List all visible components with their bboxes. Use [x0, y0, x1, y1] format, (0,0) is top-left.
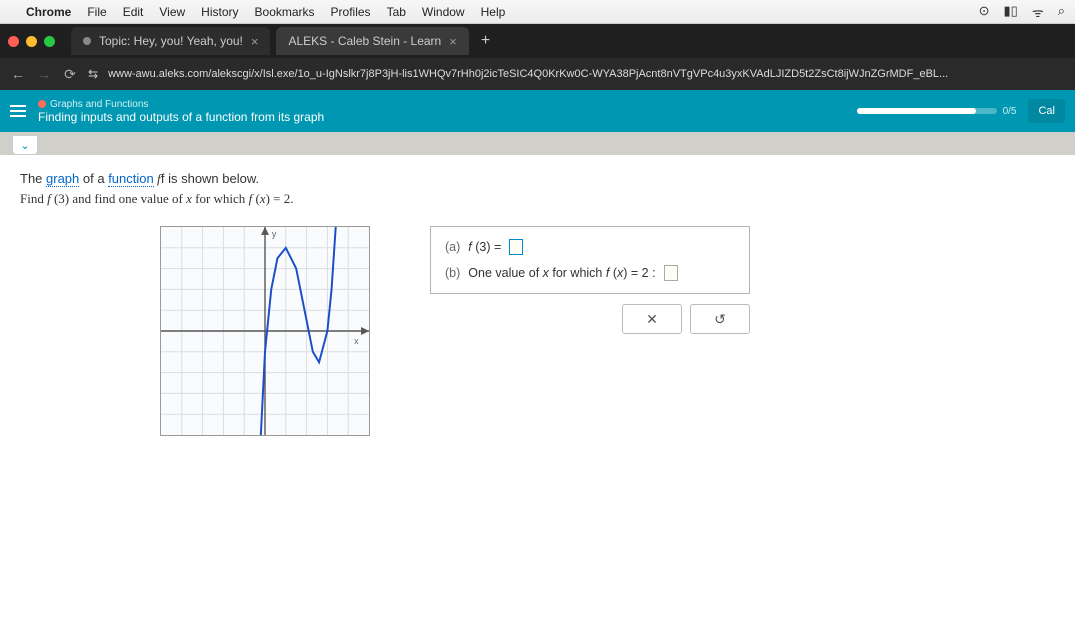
reset-icon: ↺	[714, 311, 726, 328]
menubar-right: ⊙ ▮▯ ᯤ ⌕	[979, 3, 1065, 21]
aleks-header: Graphs and Functions Finding inputs and …	[0, 90, 1075, 132]
answer-input-a[interactable]	[509, 239, 523, 255]
link-graph[interactable]: graph	[46, 171, 79, 187]
menu-tab[interactable]: Tab	[387, 5, 406, 19]
progress-bar	[857, 108, 997, 114]
favicon-icon	[83, 37, 91, 45]
topic-subtitle: Finding inputs and outputs of a function…	[38, 110, 845, 124]
menu-history[interactable]: History	[201, 5, 238, 19]
menu-window[interactable]: Window	[422, 5, 465, 19]
hamburger-icon[interactable]	[10, 105, 26, 117]
close-window-icon[interactable]	[8, 36, 19, 47]
forward-button[interactable]: →	[36, 66, 52, 82]
problem-line2: Find f (3) and find one value of x for w…	[20, 191, 293, 206]
part-b-expr: One value of x for which f (x) = 2 :	[468, 266, 655, 280]
menu-bookmarks[interactable]: Bookmarks	[255, 5, 315, 19]
battery-icon[interactable]: ▮▯	[1004, 3, 1018, 21]
site-info-icon[interactable]: ⇆	[88, 67, 98, 81]
progress-label: 0/5	[1003, 106, 1017, 117]
answer-row-a: (a) f (3) =	[445, 239, 735, 255]
work-area: x y (a) f (3) = (b) One value of x for w…	[160, 226, 1055, 436]
chevron-down-icon: ⌄	[20, 139, 29, 152]
part-b-label: (b)	[445, 266, 460, 280]
menu-edit[interactable]: Edit	[123, 5, 144, 19]
close-tab-icon[interactable]: ×	[449, 34, 457, 49]
back-button[interactable]: ←	[10, 66, 26, 82]
answer-input-b[interactable]	[664, 265, 678, 281]
new-tab-button[interactable]: +	[475, 32, 496, 50]
wifi-icon[interactable]: ᯤ	[1032, 3, 1044, 21]
y-axis-label: y	[272, 229, 277, 239]
x-icon: ✕	[646, 311, 658, 328]
menu-file[interactable]: File	[87, 5, 106, 19]
address-bar-row: ← → ⟳ ⇆ www-awu.aleks.com/alekscgi/x/Isl…	[0, 58, 1075, 90]
mac-menubar: Chrome File Edit View History Bookmarks …	[0, 0, 1075, 24]
text: of a	[79, 171, 108, 186]
tab-active[interactable]: ALEKS - Caleb Stein - Learn ×	[276, 27, 468, 55]
link-function[interactable]: function	[108, 171, 154, 187]
text: f is shown below.	[161, 171, 259, 186]
problem-statement: The graph of a function f f is shown bel…	[20, 169, 1055, 208]
tab-title: ALEKS - Caleb Stein - Learn	[288, 34, 441, 48]
minimize-window-icon[interactable]	[26, 36, 37, 47]
text: The	[20, 171, 46, 186]
calculator-button[interactable]: Cal	[1028, 99, 1065, 123]
search-icon[interactable]: ⌕	[1058, 3, 1065, 21]
category-dot-icon	[38, 100, 46, 108]
function-graph: x y	[161, 227, 369, 435]
tab-strip: Topic: Hey, you! Yeah, you! × ALEKS - Ca…	[0, 24, 1075, 58]
progress-wrap: 0/5	[857, 106, 1017, 117]
answer-row-b: (b) One value of x for which f (x) = 2 :	[445, 265, 735, 281]
record-icon[interactable]: ⊙	[979, 3, 990, 21]
part-a-expr: f (3) =	[468, 240, 501, 254]
topic-category: Graphs and Functions	[38, 99, 845, 110]
tab-title: Topic: Hey, you! Yeah, you!	[99, 34, 243, 48]
action-buttons: ✕ ↺	[430, 304, 750, 334]
url-text[interactable]: www-awu.aleks.com/alekscgi/x/Isl.exe/1o_…	[108, 68, 1065, 80]
menu-profiles[interactable]: Profiles	[331, 5, 371, 19]
aleks-title-block: Graphs and Functions Finding inputs and …	[38, 99, 845, 124]
reset-button[interactable]: ↺	[690, 304, 750, 334]
browser-chrome: Topic: Hey, you! Yeah, you! × ALEKS - Ca…	[0, 24, 1075, 90]
graph-box: x y	[160, 226, 370, 436]
menu-view[interactable]: View	[159, 5, 185, 19]
answer-area: (a) f (3) = (b) One value of x for which…	[430, 226, 750, 334]
collapse-toggle[interactable]: ⌄	[12, 135, 38, 155]
x-axis-label: x	[354, 336, 359, 346]
problem-content: The graph of a function f f is shown bel…	[0, 155, 1075, 636]
window-controls	[8, 36, 55, 47]
menu-help[interactable]: Help	[481, 5, 506, 19]
app-name[interactable]: Chrome	[26, 5, 71, 19]
category-label: Graphs and Functions	[50, 99, 148, 110]
reload-button[interactable]: ⟳	[62, 66, 78, 83]
close-tab-icon[interactable]: ×	[251, 34, 259, 49]
maximize-window-icon[interactable]	[44, 36, 55, 47]
tab-inactive[interactable]: Topic: Hey, you! Yeah, you! ×	[71, 27, 270, 55]
answer-box: (a) f (3) = (b) One value of x for which…	[430, 226, 750, 294]
part-a-label: (a)	[445, 240, 460, 254]
clear-button[interactable]: ✕	[622, 304, 682, 334]
